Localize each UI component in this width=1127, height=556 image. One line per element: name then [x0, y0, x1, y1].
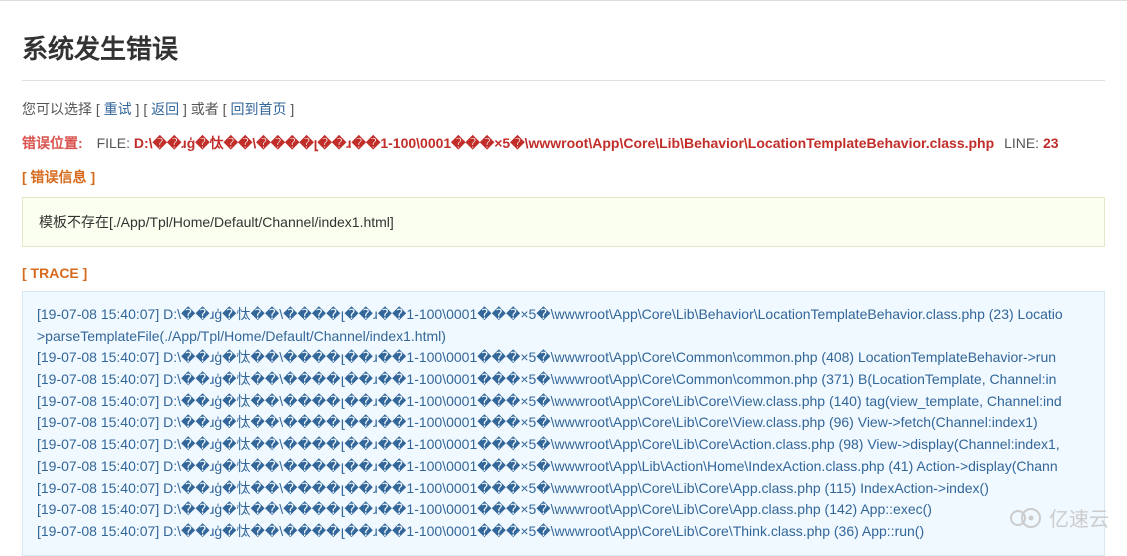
- trace-line: [19-07-08 15:40:07] D:\��ɹģ�忲��\����լ��ɹ…: [37, 434, 1090, 456]
- trace-label: [ TRACE ]: [22, 265, 1105, 281]
- error-page: 系统发生错误 您可以选择 [ 重试 ] [ 返回 ] 或者 [ 回到首页 ] 错…: [0, 0, 1127, 556]
- trace-line: [19-07-08 15:40:07] D:\��ɹģ�忲��\����լ��ɹ…: [37, 304, 1090, 326]
- options-line: 您可以选择 [ 重试 ] [ 返回 ] 或者 [ 回到首页 ]: [22, 99, 1105, 119]
- options-sep1: ] [: [132, 101, 151, 117]
- error-location-line: 错误位置: FILE: D:\��ɹģ�忲��\����լ��ɹ��1-100\…: [22, 133, 1105, 153]
- error-location-label: 错误位置:: [22, 135, 83, 151]
- options-sep2: ] 或者 [: [179, 101, 230, 117]
- error-file-label: FILE:: [97, 135, 134, 151]
- trace-line: [19-07-08 15:40:07] D:\��ɹģ�忲��\����լ��ɹ…: [37, 499, 1090, 521]
- error-info-message: 模板不存在[./App/Tpl/Home/Default/Channel/ind…: [39, 214, 394, 230]
- trace-line: [19-07-08 15:40:07] D:\��ɹģ�忲��\����լ��ɹ…: [37, 521, 1090, 543]
- trace-line: [19-07-08 15:40:07] D:\��ɹģ�忲��\����լ��ɹ…: [37, 369, 1090, 391]
- options-prefix: 您可以选择 [: [22, 101, 104, 117]
- retry-link[interactable]: 重试: [104, 101, 132, 117]
- trace-line: [19-07-08 15:40:07] D:\��ɹģ�忲��\����լ��ɹ…: [37, 412, 1090, 434]
- home-link[interactable]: 回到首页: [230, 101, 286, 117]
- trace-line: [19-07-08 15:40:07] D:\��ɹģ�忲��\����լ��ɹ…: [37, 347, 1090, 369]
- trace-line: [19-07-08 15:40:07] D:\��ɹģ�忲��\����լ��ɹ…: [37, 391, 1090, 413]
- error-info-label: [ 错误信息 ]: [22, 167, 1105, 187]
- trace-line: >parseTemplateFile(./App/Tpl/Home/Defaul…: [37, 326, 1090, 348]
- back-link[interactable]: 返回: [151, 101, 179, 117]
- page-title: 系统发生错误: [22, 29, 1105, 81]
- options-suffix: ]: [286, 101, 294, 117]
- error-line-label: LINE:: [1004, 135, 1043, 151]
- trace-box: [19-07-08 15:40:07] D:\��ɹģ�忲��\����լ��ɹ…: [22, 291, 1105, 556]
- error-file-path: D:\��ɹģ�忲��\����լ��ɹ��1-100\0001���×5�\w…: [134, 135, 994, 151]
- trace-line: [19-07-08 15:40:07] D:\��ɹģ�忲��\����լ��ɹ…: [37, 478, 1090, 500]
- trace-line: [19-07-08 15:40:07] D:\��ɹģ�忲��\����լ��ɹ…: [37, 456, 1090, 478]
- error-info-box: 模板不存在[./App/Tpl/Home/Default/Channel/ind…: [22, 197, 1105, 247]
- error-line-number: 23: [1043, 135, 1059, 151]
